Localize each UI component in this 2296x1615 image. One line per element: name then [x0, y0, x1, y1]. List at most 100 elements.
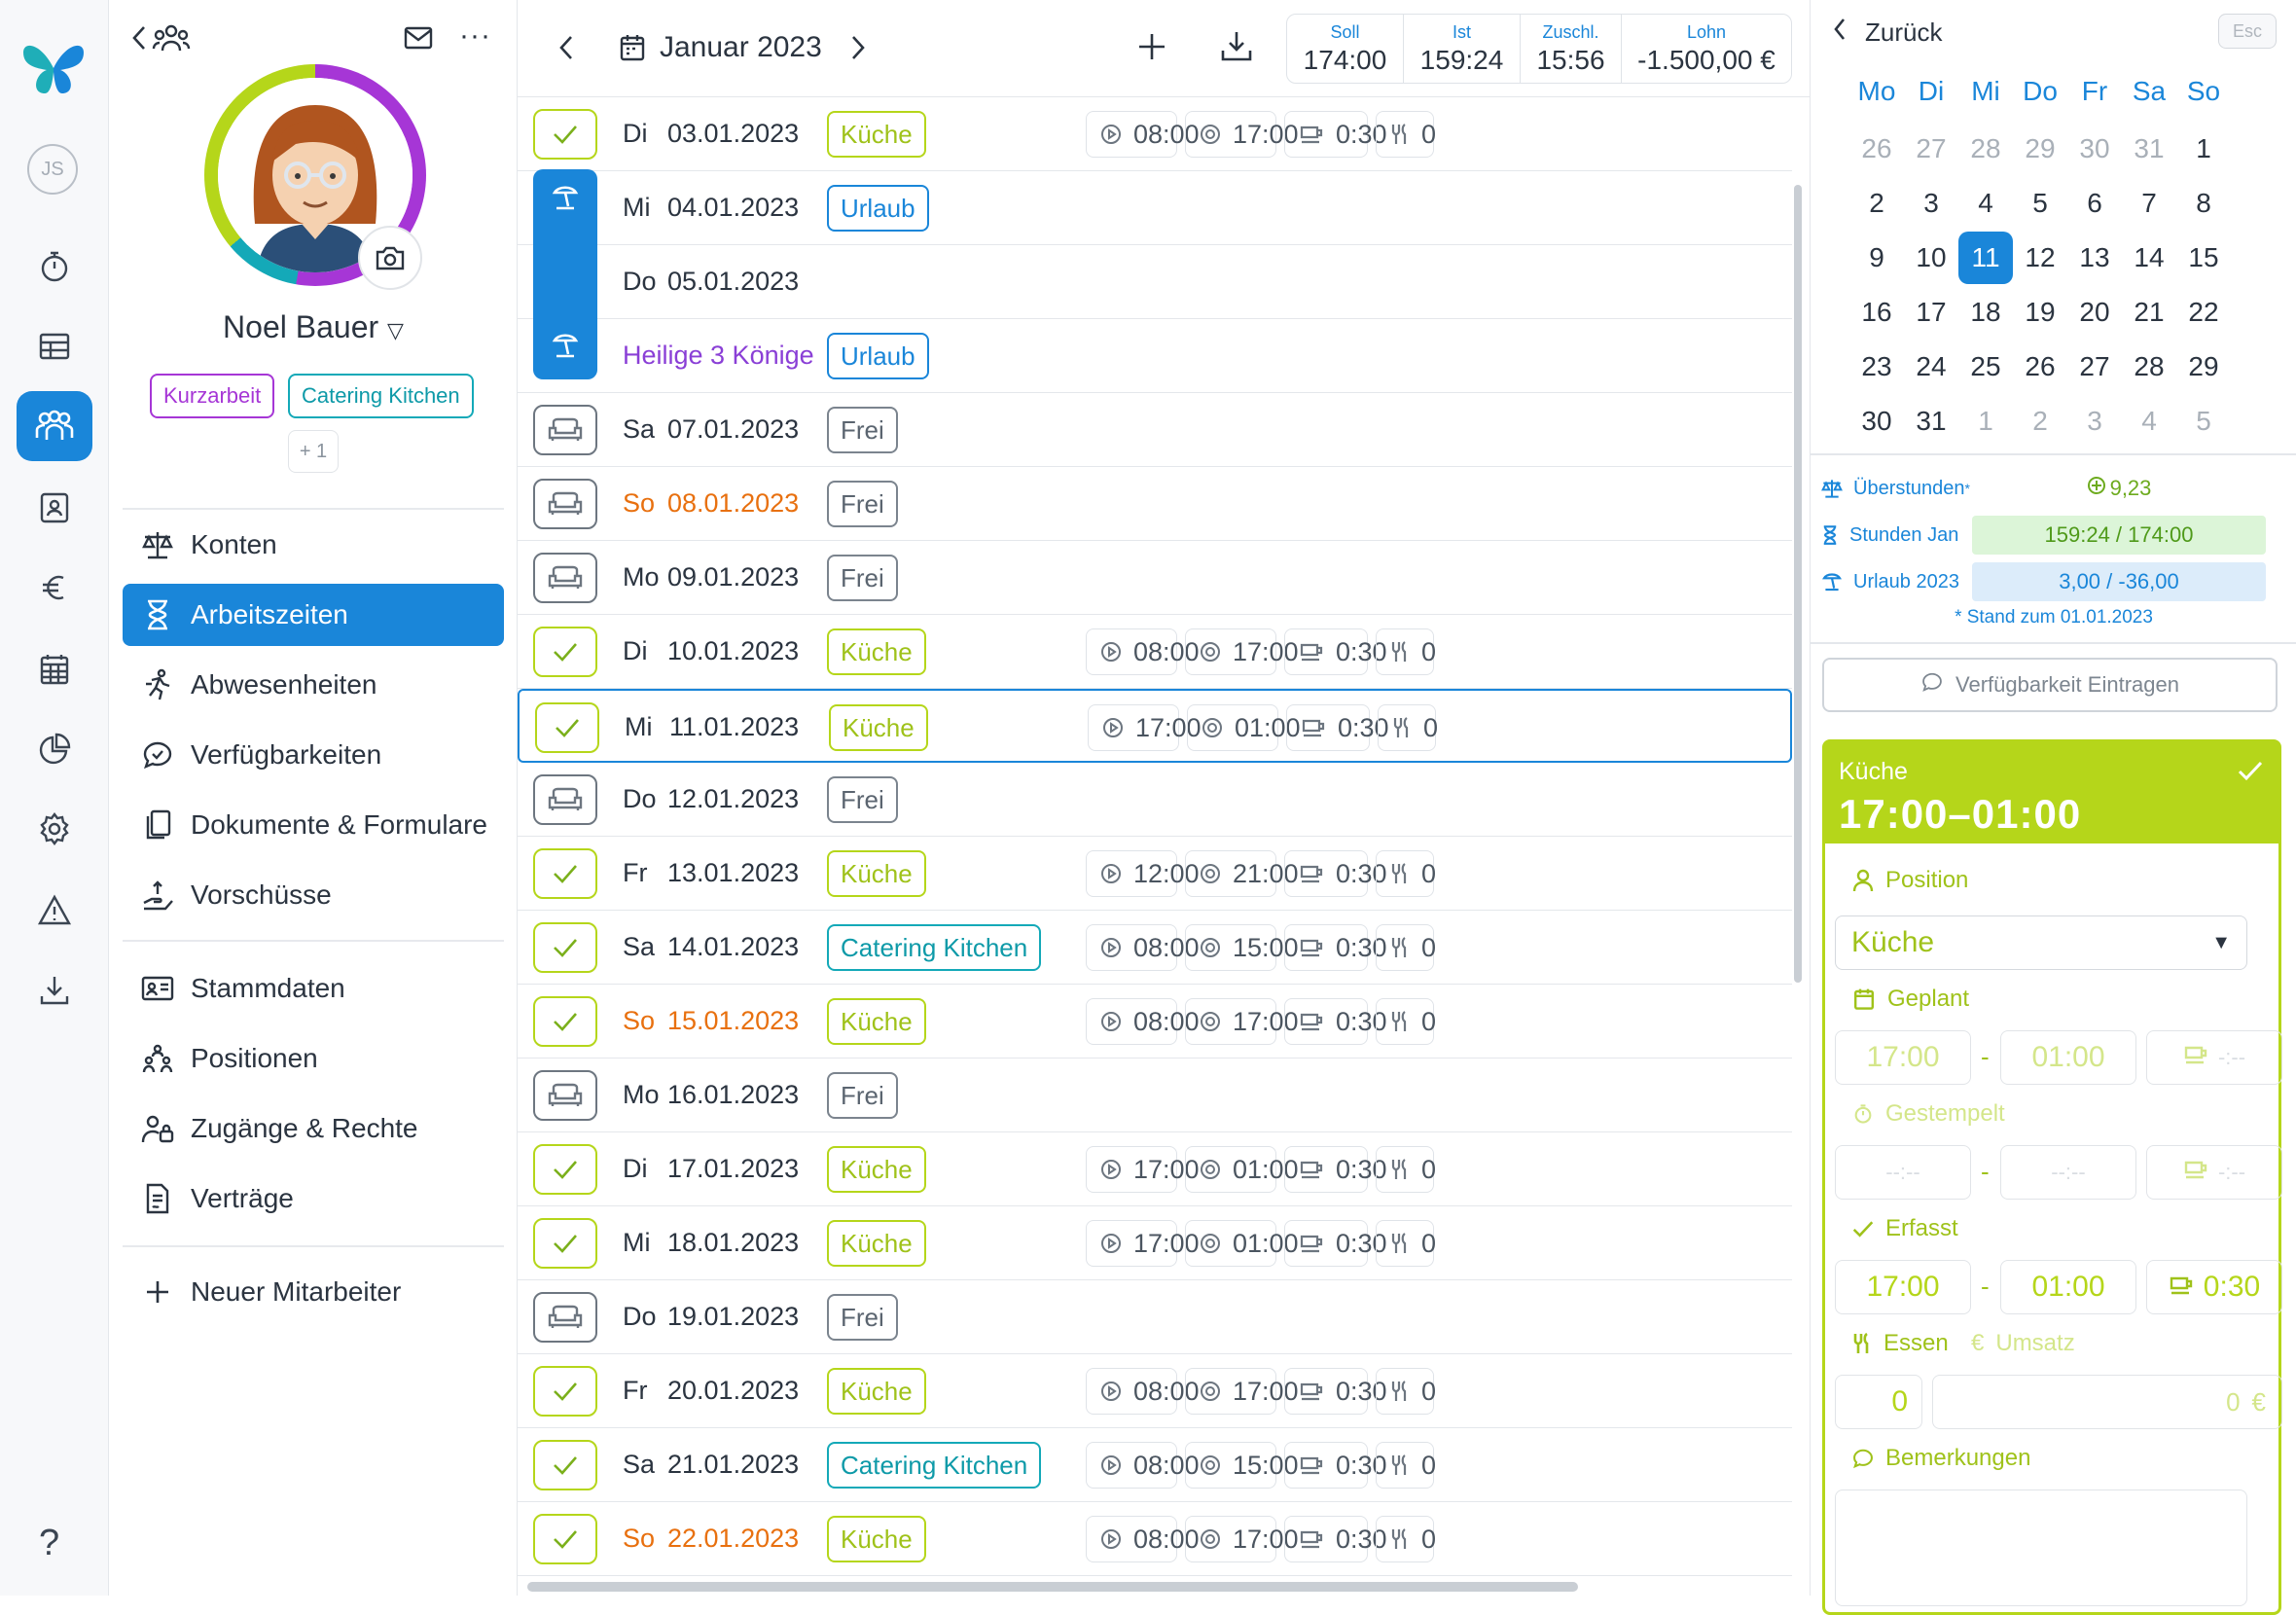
gear-icon[interactable] [17, 794, 92, 864]
vacation-block[interactable] [533, 169, 597, 379]
day-row[interactable]: Fr 20.01.2023 Küche 08:00 17:00 0:30 0 [518, 1354, 1792, 1428]
recorded-start-field[interactable]: 17:00 [1835, 1260, 1971, 1314]
meals[interactable]: 0 [1376, 924, 1436, 971]
meals[interactable]: 0 [1376, 850, 1436, 897]
position-badge[interactable]: Küche [827, 1368, 926, 1415]
approved-check-icon[interactable] [533, 1514, 597, 1564]
approved-check-icon[interactable] [533, 627, 597, 677]
start-time[interactable]: 08:00 [1086, 924, 1200, 971]
day-row[interactable]: So 15.01.2023 Küche 08:00 17:00 0:30 0 [518, 985, 1792, 1059]
tag-catering-kitchen[interactable]: Catering Kitchen [288, 374, 474, 418]
day-row[interactable]: Mi 11.01.2023 Küche 17:00 01:00 0:30 0 [518, 689, 1792, 763]
planned-end-field[interactable]: 01:00 [2000, 1030, 2136, 1085]
position-badge[interactable]: Küche [827, 1516, 926, 1562]
start-time[interactable]: 08:00 [1086, 111, 1200, 158]
employee-name[interactable]: Noel Bauer ▽ [109, 309, 518, 345]
day-row[interactable]: Sa 14.01.2023 Catering Kitchen 08:00 15:00 0:… [518, 911, 1792, 985]
planned-pause-field[interactable]: -:-- [2146, 1030, 2282, 1085]
position-badge[interactable]: Küche [829, 704, 928, 751]
position-badge[interactable]: Urlaub [827, 185, 929, 232]
day-row[interactable]: Di 03.01.2023 Küche 08:00 17:00 0:30 0 [518, 97, 1792, 171]
position-badge[interactable]: Frei [827, 1072, 898, 1119]
planned-start-field[interactable]: 17:00 [1835, 1030, 1971, 1085]
calendar-day[interactable]: 9 [1849, 232, 1904, 284]
meals-field[interactable]: 0 [1835, 1375, 1922, 1429]
menu-vorschuesse[interactable]: Vorschüsse [123, 864, 504, 926]
calendar-day[interactable]: 27 [1904, 123, 1958, 175]
end-time[interactable]: 17:00 [1185, 1368, 1299, 1415]
start-time[interactable]: 08:00 [1086, 1442, 1200, 1489]
calendar-day[interactable]: 12 [2013, 232, 2067, 284]
employees-icon[interactable] [17, 391, 92, 461]
more-tags-button[interactable]: + 1 [288, 430, 339, 473]
menu-verfuegbarkeiten[interactable]: Verfügbarkeiten [123, 724, 504, 786]
calendar-day[interactable]: 13 [2067, 232, 2122, 284]
stamped-end-field[interactable]: --:-- [2000, 1145, 2136, 1200]
calendar-day[interactable]: 31 [2122, 123, 2176, 175]
next-month-icon[interactable] [848, 31, 868, 69]
meals[interactable]: 0 [1376, 998, 1436, 1045]
calendar-day-selected[interactable]: 11 [1958, 232, 2013, 284]
approved-check-icon[interactable] [533, 1218, 597, 1269]
sofa-icon[interactable] [533, 1292, 597, 1343]
revenue-field[interactable]: 0 € [1932, 1375, 2282, 1429]
pause-time[interactable]: 0:30 [1284, 1442, 1387, 1489]
check-icon[interactable] [2238, 760, 2263, 786]
more-options-icon[interactable]: ··· [459, 19, 491, 53]
day-row[interactable]: Mo 09.01.2023 Frei [518, 541, 1792, 615]
approved-check-icon[interactable] [533, 1440, 597, 1490]
calendar-day[interactable]: 28 [2122, 341, 2176, 393]
position-badge[interactable]: Küche [827, 1146, 926, 1193]
start-time[interactable]: 08:00 [1086, 1516, 1200, 1562]
approved-check-icon[interactable] [533, 1366, 597, 1417]
start-time[interactable]: 12:00 [1086, 850, 1200, 897]
calendar-day[interactable]: 14 [2122, 232, 2176, 284]
download-icon[interactable] [1220, 29, 1253, 67]
sofa-icon[interactable] [533, 405, 597, 455]
stamped-start-field[interactable]: --:-- [1835, 1145, 1971, 1200]
menu-zugaenge-rechte[interactable]: Zugänge & Rechte [123, 1097, 504, 1160]
meals[interactable]: 0 [1376, 1220, 1436, 1267]
recorded-pause-field[interactable]: 0:30 [2146, 1260, 2282, 1314]
calendar-day[interactable]: 10 [1904, 232, 1958, 284]
calendar-day[interactable]: 28 [1958, 123, 2013, 175]
calendar-day[interactable]: 19 [2013, 286, 2067, 339]
calendar-day[interactable]: 1 [1958, 395, 2013, 448]
pause-time[interactable]: 0:30 [1284, 111, 1387, 158]
meals[interactable]: 0 [1376, 628, 1436, 675]
calendar-day[interactable]: 4 [1958, 177, 2013, 230]
end-time[interactable]: 17:00 [1185, 1516, 1299, 1562]
calendar-day[interactable]: 31 [1904, 395, 1958, 448]
stamped-pause-field[interactable]: -:-- [2146, 1145, 2282, 1200]
pause-time[interactable]: 0:30 [1286, 704, 1389, 751]
position-badge[interactable]: Catering Kitchen [827, 1442, 1042, 1489]
end-time[interactable]: 17:00 [1185, 111, 1299, 158]
calendar-day[interactable]: 20 [2067, 286, 2122, 339]
menu-arbeitszeiten[interactable]: Arbeitszeiten [123, 584, 504, 646]
menu-vertraege[interactable]: Verträge [123, 1167, 504, 1230]
end-time[interactable]: 01:00 [1185, 1220, 1299, 1267]
contact-card-icon[interactable] [17, 473, 92, 543]
position-badge[interactable]: Küche [827, 628, 926, 675]
pause-time[interactable]: 0:30 [1284, 1146, 1387, 1193]
calendar-day[interactable]: 21 [2122, 286, 2176, 339]
calendar-day[interactable]: 26 [1849, 123, 1904, 175]
position-select[interactable]: Küche ▼ [1835, 915, 2247, 970]
horizontal-scrollbar[interactable] [527, 1582, 1578, 1592]
day-row[interactable]: Do 05.01.2023 [518, 245, 1792, 319]
calendar-day[interactable]: 4 [2122, 395, 2176, 448]
calendar-day[interactable]: 24 [1904, 341, 1958, 393]
euro-icon[interactable] [17, 553, 92, 623]
end-time[interactable]: 21:00 [1185, 850, 1299, 897]
day-row[interactable]: Di 10.01.2023 Küche 08:00 17:00 0:30 0 [518, 615, 1792, 689]
end-time[interactable]: 15:00 [1185, 1442, 1299, 1489]
calendar-day[interactable]: 1 [2176, 123, 2231, 175]
esc-button[interactable]: Esc [2218, 14, 2277, 49]
pause-time[interactable]: 0:30 [1284, 998, 1387, 1045]
calendar-day[interactable]: 5 [2013, 177, 2067, 230]
position-badge[interactable]: Küche [827, 1220, 926, 1267]
calendar-day[interactable]: 5 [2176, 395, 2231, 448]
menu-konten[interactable]: Konten [123, 514, 504, 576]
month-label[interactable]: Januar 2023 [660, 31, 822, 64]
position-badge[interactable]: Urlaub [827, 333, 929, 379]
